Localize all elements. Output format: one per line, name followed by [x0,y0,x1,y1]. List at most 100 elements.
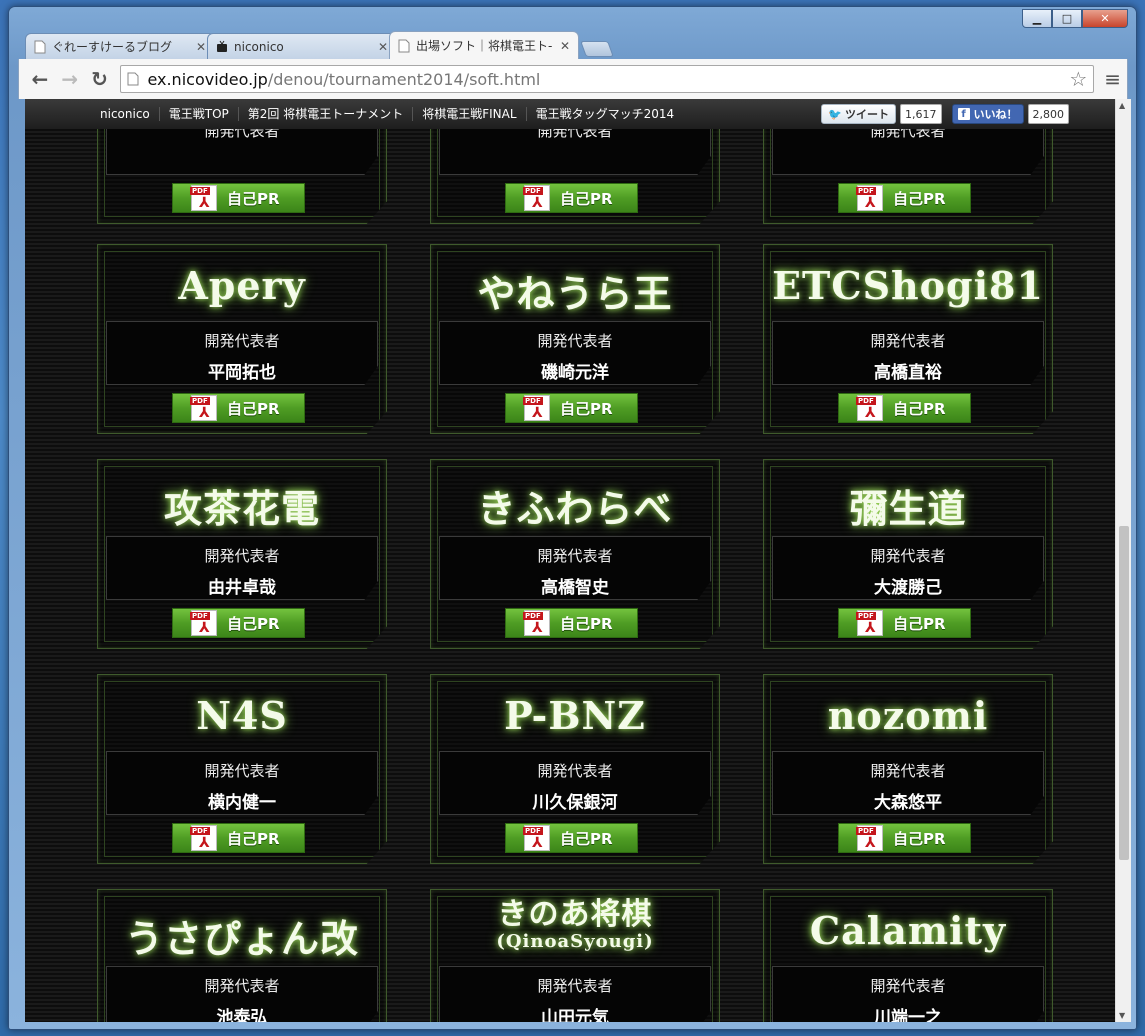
developer-name: 大渡勝己 [874,578,942,598]
soft-name: N4S [98,693,386,738]
self-pr-label: 自己PR [560,829,613,848]
pdf-tag: PDF [856,187,876,195]
developer-box: 開発代表者 大渡勝己 [772,536,1044,600]
pdf-tag: PDF [523,397,543,405]
tab-soft[interactable]: 出場ソフト｜将棋電王ト- ✕ [389,31,579,59]
tab-blog[interactable]: ぐれーすけーるブログ ✕ [25,33,215,59]
self-pr-label: 自己PR [560,399,613,418]
maximize-button[interactable]: □ [1052,9,1082,28]
developer-label: 開発代表者 [537,762,613,780]
soft-card: 開発代表者 PDF ⅄ 自己PR [97,129,387,224]
soft-card: やねうら王 開発代表者 磯崎元洋 PDF ⅄ 自己PR [430,244,720,434]
soft-name: Apery [98,263,386,308]
developer-name: 川久保銀河 [532,793,618,813]
nav-link-final[interactable]: 将棋電王戦FINAL [412,107,525,121]
self-pr-label: 自己PR [560,614,613,633]
developer-box: 開発代表者 山田元気 [439,966,711,1022]
developer-label: 開発代表者 [537,977,613,995]
self-pr-pdf-button[interactable]: PDF ⅄ 自己PR [172,183,305,213]
developer-box: 開発代表者 池泰弘 [106,966,378,1022]
self-pr-label: 自己PR [560,189,613,208]
soft-card: nozomi 開発代表者 大森悠平 PDF ⅄ 自己PR [763,674,1053,864]
soft-card: 開発代表者 PDF ⅄ 自己PR [763,129,1053,224]
tab-close-icon[interactable]: ✕ [196,40,206,54]
pdf-icon: PDF ⅄ [856,825,883,851]
acrobat-mark-icon: ⅄ [532,195,543,211]
self-pr-label: 自己PR [227,614,280,633]
address-bar[interactable]: ex.nicovideo.jp /denou/tournament2014/so… [120,65,1095,93]
nav-link-niconico[interactable]: niconico [91,107,159,121]
pdf-icon: PDF ⅄ [856,185,883,211]
developer-box: 開発代表者 高橋智史 [439,536,711,600]
minimize-button[interactable]: ▁ [1022,9,1052,28]
page-icon [127,72,139,86]
like-label: いいね！ [973,108,1018,121]
self-pr-pdf-button[interactable]: PDF ⅄ 自己PR [505,608,638,638]
nav-link-tag-match[interactable]: 電王戦タッグマッチ2014 [525,107,684,121]
scroll-down-icon[interactable]: ▼ [1119,1011,1125,1020]
developer-label: 開発代表者 [870,977,946,995]
reload-icon[interactable]: ↻ [85,65,115,93]
self-pr-pdf-button[interactable]: PDF ⅄ 自己PR [505,183,638,213]
self-pr-label: 自己PR [893,829,946,848]
developer-label: 開発代表者 [537,547,613,565]
self-pr-label: 自己PR [893,614,946,633]
self-pr-pdf-button[interactable]: PDF ⅄ 自己PR [505,823,638,853]
soft-title: nozomi [827,693,989,738]
self-pr-pdf-button[interactable]: PDF ⅄ 自己PR [838,608,971,638]
vertical-scrollbar[interactable]: ▲ ▼ [1115,99,1131,1022]
self-pr-pdf-button[interactable]: PDF ⅄ 自己PR [838,393,971,423]
self-pr-label: 自己PR [893,189,946,208]
soft-title: 攻茶花電 [163,486,320,531]
tweet-button[interactable]: 🐦 ツイート [821,104,896,124]
pdf-icon: PDF ⅄ [190,610,217,636]
pdf-icon: PDF ⅄ [190,185,217,211]
developer-name: 横内健一 [208,793,276,813]
back-arrow-icon[interactable]: ← [25,65,55,93]
self-pr-pdf-button[interactable]: PDF ⅄ 自己PR [172,608,305,638]
developer-label: 開発代表者 [537,129,613,140]
developer-label: 開発代表者 [870,129,946,140]
soft-card: きふわらべ 開発代表者 高橋智史 PDF ⅄ 自己PR [430,459,720,649]
scroll-up-icon[interactable]: ▲ [1119,101,1125,110]
like-button[interactable]: f いいね！ [951,104,1024,124]
social-buttons: 🐦 ツイート 1,617 f いいね！ 2,800 [821,104,1069,124]
window-controls: ▁ □ ✕ [1022,9,1128,28]
forward-arrow-icon[interactable]: → [55,65,85,93]
close-window-button[interactable]: ✕ [1082,9,1128,28]
tab-close-icon[interactable]: ✕ [378,40,388,54]
self-pr-pdf-button[interactable]: PDF ⅄ 自己PR [172,393,305,423]
developer-name: 川端一之 [874,1008,942,1022]
tweet-label: ツイート [845,108,889,121]
developer-box: 開発代表者川久保銀河 [439,751,711,815]
tab-close-icon[interactable]: ✕ [560,39,570,53]
developer-box: 開発代表者 [772,129,1044,175]
soft-title: 彌生道 [849,486,967,531]
self-pr-pdf-button[interactable]: PDF ⅄ 自己PR [838,183,971,213]
soft-card: うさぴょん改開発代表者池泰弘PDF⅄自己PR [97,889,387,1022]
self-pr-pdf-button[interactable]: PDF ⅄ 自己PR [838,823,971,853]
scroll-thumb[interactable] [1119,526,1129,860]
nav-link-denou-top[interactable]: 電王戦TOP [158,107,238,121]
developer-name: 大森悠平 [874,793,942,813]
tab-niconico[interactable]: niconico ✕ [207,33,397,59]
menu-icon[interactable]: ≡ [1104,67,1121,91]
nav-link-tournament[interactable]: 第2回 将棋電王トーナメント [237,107,412,121]
developer-name: 山田元気 [541,1008,609,1022]
pdf-tag: PDF [856,397,876,405]
soft-card: Apery 開発代表者 平岡拓也 PDF ⅄ 自己PR [97,244,387,434]
soft-name: Calamity [764,908,1052,953]
self-pr-pdf-button[interactable]: PDF ⅄ 自己PR [172,823,305,853]
soft-name: 攻茶花電 [98,478,386,533]
soft-title: N4S [196,693,288,738]
self-pr-label: 自己PR [227,189,280,208]
bookmark-star-icon[interactable]: ☆ [1069,67,1087,91]
new-tab-button[interactable] [580,41,614,57]
site-nav: niconico 電王戦TOP 第2回 将棋電王トーナメント 将棋電王戦FINA… [91,107,683,121]
acrobat-mark-icon: ⅄ [865,405,876,421]
soft-name: きふわらべ [431,478,719,533]
niconico-tv-icon [217,40,227,52]
self-pr-label: 自己PR [227,829,280,848]
soft-title: うさぴょん改 [124,916,359,961]
self-pr-pdf-button[interactable]: PDF ⅄ 自己PR [505,393,638,423]
